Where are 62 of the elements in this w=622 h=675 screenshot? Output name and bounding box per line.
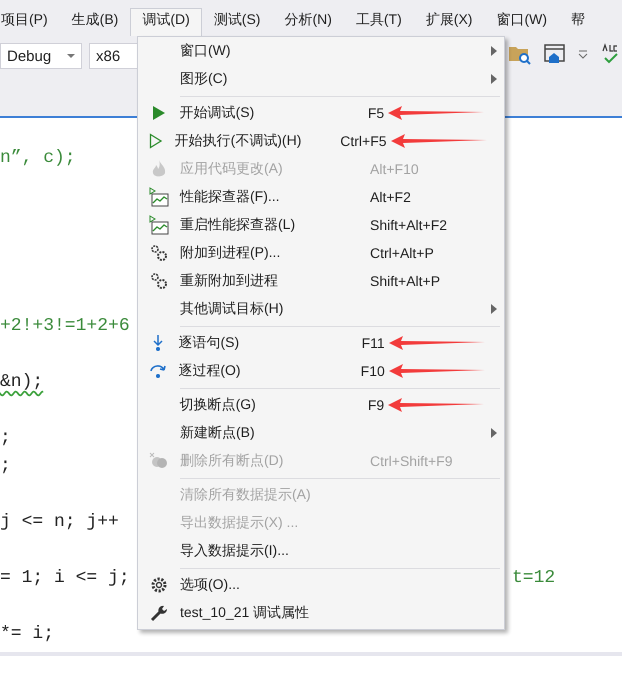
shortcut-text: Ctrl+F5	[340, 133, 387, 149]
shortcut-text: Alt+F2	[370, 189, 411, 205]
play-outline-icon	[149, 133, 164, 149]
shortcut-text: F11	[362, 335, 385, 351]
menu-item[interactable]: 选项(O)...	[180, 576, 370, 594]
shortcut-text: F9	[368, 397, 384, 413]
step-over-icon	[149, 363, 168, 379]
gears-icon	[150, 244, 168, 262]
chart-icon	[149, 215, 169, 235]
menu-item[interactable]: test_10_21 调试属性	[180, 604, 370, 622]
settings-icon	[150, 576, 168, 594]
menu-item[interactable]: 导入数据提示(I)...	[180, 542, 370, 560]
step-into-icon	[152, 334, 164, 352]
menu-item[interactable]: 逐过程(O)	[178, 362, 361, 380]
code-text: ;	[0, 428, 11, 448]
menu-item[interactable]: 附加到进程(P)...	[180, 244, 370, 262]
menu-item[interactable]: 窗口(W)	[180, 42, 370, 60]
code-text: j <= n; j++	[0, 512, 119, 532]
chart-icon	[149, 187, 169, 207]
menu-item[interactable]: 开始执行(不调试)(H)	[174, 132, 340, 150]
code-comment: t=12	[512, 567, 556, 590]
menu-bar-item[interactable]: 窗口(W)	[484, 8, 559, 36]
menu-bar-item[interactable]: 分析(N)	[272, 8, 344, 36]
code-comment: n”, c);	[0, 148, 76, 168]
code-text: = 1; i <= j;	[0, 568, 130, 588]
menu-bar-item[interactable]: 项目(P)	[0, 8, 60, 36]
menu-bar-item[interactable]: 测试(S)	[202, 8, 272, 36]
code-comment: +2!+3!=1+2+6	[0, 316, 130, 336]
menu-bar-item[interactable]: 工具(T)	[344, 8, 414, 36]
shortcut-text: Alt+F10	[370, 161, 419, 177]
shortcut-text: Shift+Alt+F2	[370, 217, 448, 233]
menu-item[interactable]: 图形(C)	[180, 70, 370, 88]
menu-item[interactable]: 重新附加到进程	[180, 272, 370, 290]
menu-bar-item[interactable]: 帮	[559, 8, 597, 36]
menu-item[interactable]: 切换断点(G)	[180, 396, 368, 414]
menu-bar-item[interactable]: 调试(D)	[130, 8, 202, 36]
dropdown-icon[interactable]	[578, 48, 588, 60]
play-icon	[152, 105, 166, 121]
code-text: ;	[0, 456, 11, 476]
menu-item[interactable]: 其他调试目标(H)	[180, 300, 370, 318]
menu-item[interactable]: 新建断点(B)	[180, 424, 370, 442]
menu-item[interactable]: 重启性能探查器(L)	[180, 216, 370, 234]
code-text: *= i;	[0, 624, 54, 644]
flame-icon	[150, 159, 168, 179]
menu-bar-item[interactable]: 扩展(X)	[414, 8, 484, 36]
breakpoints-icon	[149, 452, 169, 470]
menu-item[interactable]: 开始调试(S)	[180, 104, 368, 122]
shortcut-text: Ctrl+Shift+F9	[370, 453, 452, 469]
shortcut-text: F5	[368, 105, 384, 121]
menu-item[interactable]: 逐语句(S)	[178, 334, 362, 352]
shortcut-text: Ctrl+Alt+P	[370, 245, 434, 261]
wrench-icon	[150, 604, 168, 622]
menu-bar-item[interactable]: 生成(B)	[60, 8, 130, 36]
shortcut-text: F10	[360, 363, 385, 379]
configuration-dropdown[interactable]: Debug	[0, 43, 82, 69]
code-text: &n);	[0, 372, 44, 392]
window-home-icon[interactable]	[544, 43, 566, 65]
gears-icon	[150, 272, 168, 290]
shortcut-text: Shift+Alt+P	[370, 273, 440, 289]
caret-icon	[67, 54, 75, 58]
menu-item[interactable]: 性能探查器(F)...	[180, 188, 370, 206]
spell-check-icon[interactable]	[600, 43, 620, 65]
